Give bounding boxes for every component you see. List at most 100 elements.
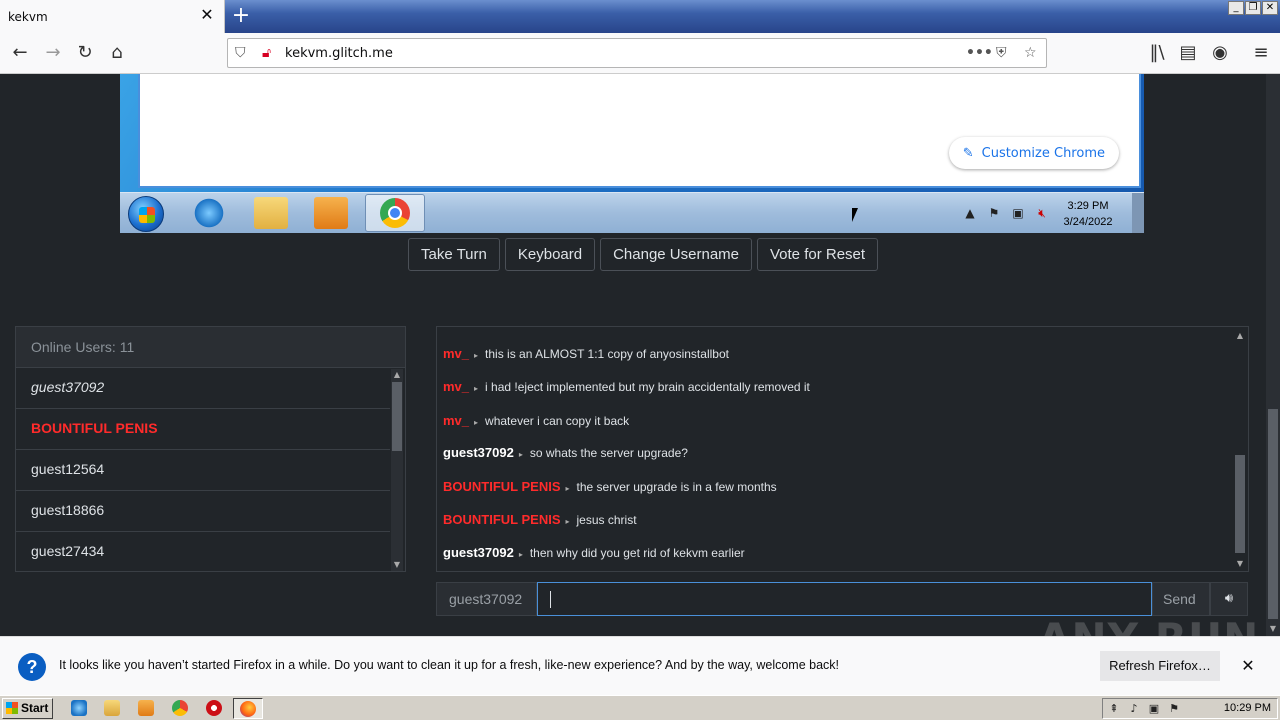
customize-chrome-button[interactable]: ✎ Customize Chrome bbox=[948, 137, 1119, 169]
customize-chrome-label: Customize Chrome bbox=[981, 145, 1105, 161]
chat-scrollbar[interactable]: ▲ ▼ bbox=[1234, 329, 1246, 569]
chat-message: BOUNTIFUL PENIS ▸ the server upgrade is in… bbox=[443, 479, 777, 494]
vm-muted-volume-icon[interactable]: 🔇︎ bbox=[1034, 206, 1050, 220]
library-icon[interactable]: ‖\ bbox=[1146, 42, 1168, 64]
chat-arrow-icon: ▸ bbox=[474, 351, 479, 360]
chat-message: guest37092 ▸ then why did you get rid of k… bbox=[443, 545, 745, 560]
bookmark-star-icon[interactable]: ☆ bbox=[1024, 44, 1037, 62]
url-bar[interactable]: ⛉ 🔓︎ kekvm.glitch.me ••• ⛨ ☆ bbox=[227, 38, 1047, 68]
chrome-quicklaunch-icon[interactable] bbox=[172, 700, 188, 716]
vm-screen[interactable]: ✎ Customize Chrome ▲ ⚑ ▣ 🔇︎ 3:29 PM 3/24… bbox=[120, 74, 1144, 233]
vote-reset-button[interactable]: Vote for Reset bbox=[757, 238, 879, 271]
user-list-item[interactable]: BOUNTIFUL PENIS bbox=[16, 409, 390, 450]
firefox-taskbar-button[interactable] bbox=[233, 698, 263, 719]
windows-logo-icon bbox=[6, 702, 18, 714]
scroll-up-icon[interactable]: ▲ bbox=[1234, 331, 1246, 341]
opera-quicklaunch-icon[interactable] bbox=[206, 700, 222, 716]
online-users-panel: Online Users: 11 guest37092 BOUNTIFUL PE… bbox=[15, 326, 406, 572]
send-button[interactable]: Send bbox=[1152, 582, 1210, 616]
chat-text: i had !eject implemented but my brain ac… bbox=[485, 380, 810, 394]
firefox-icon bbox=[240, 701, 256, 717]
tab-title: kekvm bbox=[8, 10, 48, 24]
chat-username: guest37092 bbox=[443, 445, 514, 460]
chat-message: guest37092 ▸ so whats the server upgrade? bbox=[443, 445, 688, 460]
close-notification-icon[interactable]: ✕ bbox=[1240, 656, 1256, 676]
restore-icon[interactable]: ❐ bbox=[1245, 1, 1261, 15]
sound-toggle-icon[interactable]: 🔊︎ bbox=[1210, 582, 1248, 616]
vm-media-player-icon[interactable] bbox=[314, 197, 348, 229]
page-scrollbar[interactable]: ▼ bbox=[1266, 74, 1280, 636]
media-quicklaunch-icon[interactable] bbox=[138, 700, 154, 716]
back-icon[interactable]: ← bbox=[9, 42, 31, 64]
online-users-header: Online Users: 11 bbox=[16, 327, 405, 368]
chat-text: so whats the server upgrade? bbox=[529, 446, 688, 460]
reload-icon[interactable]: ↻ bbox=[74, 42, 96, 64]
home-icon[interactable]: ⌂ bbox=[106, 42, 128, 64]
minimize-icon[interactable]: _ bbox=[1228, 1, 1244, 15]
tab-kekvm[interactable]: kekvm ✕ bbox=[0, 0, 225, 33]
url-text[interactable]: kekvm.glitch.me bbox=[285, 46, 393, 61]
vm-start-orb-icon[interactable] bbox=[128, 196, 164, 232]
take-turn-button[interactable]: Take Turn bbox=[408, 238, 500, 271]
users-scroll-thumb[interactable] bbox=[392, 382, 402, 451]
sidebar-icon[interactable]: ▤ bbox=[1177, 42, 1199, 64]
scroll-down-icon[interactable]: ▼ bbox=[1267, 624, 1279, 634]
vm-flag-icon[interactable]: ⚑ bbox=[986, 206, 1002, 220]
nav-toolbar: ← → ↻ ⌂ ⛉ 🔓︎ kekvm.glitch.me ••• ⛨ ☆ ‖\ … bbox=[0, 33, 1280, 74]
host-taskbar: Start ⇞ ♪ ▣ ⚑ 10:29 PM bbox=[0, 695, 1280, 720]
shield-icon[interactable]: ⛉ bbox=[235, 44, 246, 62]
scroll-down-icon[interactable]: ▼ bbox=[391, 560, 403, 570]
vm-clock[interactable]: 3:29 PM 3/24/2022 bbox=[1056, 198, 1120, 230]
users-scrollbar[interactable]: ▲ ▼ bbox=[391, 369, 403, 571]
user-list-item[interactable]: guest37092 bbox=[16, 368, 390, 409]
menu-icon[interactable]: ≡ bbox=[1250, 42, 1272, 64]
user-list-item[interactable]: guest12564 bbox=[16, 450, 390, 491]
vm-ie-icon[interactable] bbox=[192, 197, 226, 229]
insecure-lock-icon[interactable]: 🔓︎ bbox=[262, 44, 271, 62]
chat-username: BOUNTIFUL PENIS bbox=[443, 512, 561, 527]
pocket-icon[interactable]: ⛨ bbox=[996, 44, 1007, 62]
tray-flag-icon[interactable]: ⚑ bbox=[1167, 702, 1181, 716]
tab-strip: kekvm ✕ + _ ❐ ✕ bbox=[0, 0, 1280, 33]
tray-arrow-icon[interactable]: ⇞ bbox=[1107, 702, 1121, 716]
tray-clock[interactable]: 10:29 PM bbox=[1224, 702, 1271, 714]
tray-network-icon[interactable]: ▣ bbox=[1147, 702, 1161, 716]
chat-username: guest37092 bbox=[443, 545, 514, 560]
scroll-down-icon[interactable]: ▼ bbox=[1234, 559, 1246, 569]
user-list-item[interactable]: guest18866 bbox=[16, 491, 390, 532]
chat-message: BOUNTIFUL PENIS ▸ jesus christ bbox=[443, 512, 637, 527]
chat-text: whatever i can copy it back bbox=[485, 414, 630, 428]
vm-tray-arrow-icon[interactable]: ▲ bbox=[962, 206, 978, 220]
change-username-button[interactable]: Change Username bbox=[600, 238, 752, 271]
vm-chrome-icon bbox=[380, 198, 410, 228]
account-icon[interactable]: ◉ bbox=[1209, 42, 1231, 64]
mouse-cursor-icon bbox=[852, 208, 858, 222]
page-scroll-thumb[interactable] bbox=[1268, 409, 1278, 619]
vm-chrome-window: ✎ Customize Chrome bbox=[138, 74, 1141, 188]
user-list-item[interactable]: guest27434 bbox=[16, 532, 390, 573]
ie-quicklaunch-icon[interactable] bbox=[71, 700, 87, 716]
close-window-icon[interactable]: ✕ bbox=[1262, 1, 1278, 15]
keyboard-button[interactable]: Keyboard bbox=[504, 238, 596, 271]
chat-username: mv_ bbox=[443, 413, 470, 428]
start-button[interactable]: Start bbox=[2, 698, 53, 719]
chat-arrow-icon: ▸ bbox=[474, 384, 479, 393]
chat-arrow-icon: ▸ bbox=[565, 517, 570, 526]
page-actions-icon[interactable]: ••• bbox=[966, 44, 993, 62]
new-tab-button[interactable]: + bbox=[230, 3, 252, 29]
chat-text: this is an ALMOST 1:1 copy of anyosinsta… bbox=[485, 347, 729, 361]
explorer-quicklaunch-icon[interactable] bbox=[104, 700, 120, 716]
refresh-firefox-button[interactable]: Refresh Firefox… bbox=[1100, 651, 1220, 681]
vm-explorer-icon[interactable] bbox=[254, 197, 288, 229]
chat-scroll-thumb[interactable] bbox=[1235, 455, 1245, 553]
chat-panel: mv_ ▸ this is an ALMOST 1:1 copy of anyosi… bbox=[436, 326, 1249, 572]
forward-icon[interactable]: → bbox=[42, 42, 64, 64]
vm-network-icon[interactable]: ▣ bbox=[1010, 206, 1026, 220]
vm-chrome-taskbar-button[interactable] bbox=[365, 194, 425, 232]
tab-close-icon[interactable]: ✕ bbox=[199, 7, 215, 23]
chat-text: then why did you get rid of kekvm earlie… bbox=[529, 546, 745, 560]
vm-show-desktop[interactable] bbox=[1132, 193, 1144, 233]
chat-input-field[interactable] bbox=[537, 582, 1152, 616]
scroll-up-icon[interactable]: ▲ bbox=[391, 370, 403, 380]
tray-volume-icon[interactable]: ♪ bbox=[1127, 702, 1141, 716]
